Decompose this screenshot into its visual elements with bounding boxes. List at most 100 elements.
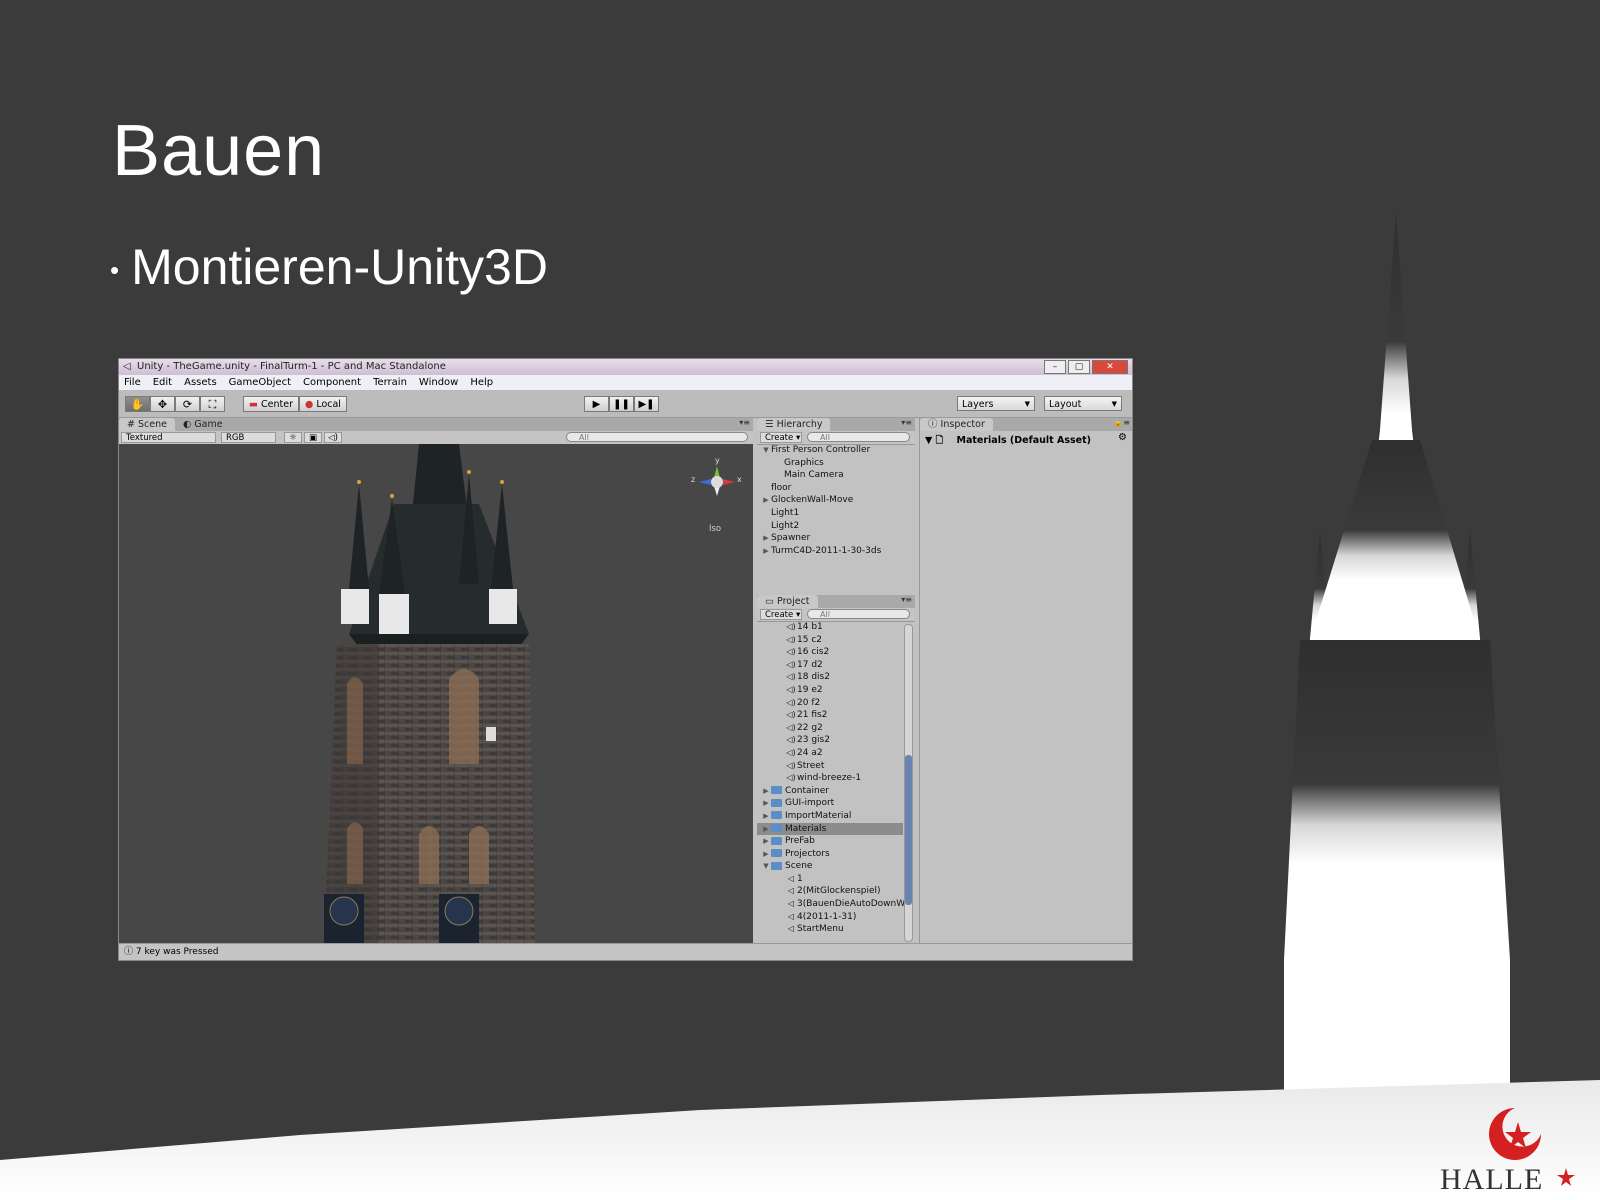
project-search-input[interactable]: All bbox=[807, 609, 910, 619]
project-item[interactable]: ◁)23 gis2 bbox=[757, 734, 903, 747]
tab-project[interactable]: ▭ Project bbox=[757, 595, 818, 608]
panel-menu-icon[interactable]: ▾≡ bbox=[901, 418, 912, 427]
collapse-arrow-icon[interactable]: ▶ bbox=[761, 848, 771, 861]
scene-gizmo-icon[interactable]: y x z bbox=[689, 454, 749, 514]
collapse-arrow-icon[interactable]: ▶ bbox=[761, 810, 771, 823]
audio-toggle-icon[interactable]: ◁) bbox=[324, 432, 342, 443]
project-item[interactable]: ◁)19 e2 bbox=[757, 684, 903, 697]
collapse-arrow-icon[interactable]: ▶ bbox=[761, 797, 771, 810]
project-item[interactable]: ▶ Projectors bbox=[757, 848, 903, 861]
folder-icon bbox=[771, 786, 782, 795]
project-item[interactable]: ◁)14 b1 bbox=[757, 621, 903, 634]
lock-icon[interactable]: 🔒≡ bbox=[1113, 418, 1130, 427]
project-item[interactable]: ◁)18 dis2 bbox=[757, 671, 903, 684]
scene-search-input[interactable]: All bbox=[566, 432, 748, 442]
tab-hierarchy[interactable]: ☰ Hierarchy bbox=[757, 418, 831, 431]
minimize-button[interactable]: – bbox=[1044, 360, 1066, 374]
menu-assets[interactable]: Assets bbox=[184, 375, 217, 390]
hierarchy-item[interactable]: Light1 bbox=[757, 507, 915, 520]
gear-icon[interactable]: ⚙ bbox=[1118, 432, 1127, 443]
hierarchy-item[interactable]: ▶ GlockenWall-Move bbox=[757, 494, 915, 507]
project-item[interactable]: ◁ 3(BauenDieAutoDownW bbox=[757, 898, 905, 911]
layout-dropdown[interactable]: Layout ▼ bbox=[1044, 396, 1122, 411]
collapse-arrow-icon[interactable]: ▶ bbox=[761, 532, 771, 545]
project-item[interactable]: ◁)21 fis2 bbox=[757, 709, 903, 722]
chevron-down-icon: ▼ bbox=[1111, 400, 1117, 408]
project-item[interactable]: ◁ StartMenu bbox=[757, 923, 903, 936]
menu-terrain[interactable]: Terrain bbox=[373, 375, 407, 390]
scale-tool-icon[interactable]: ⛶ bbox=[200, 396, 225, 412]
expand-arrow-icon[interactable]: ▼ bbox=[761, 444, 771, 457]
project-item[interactable]: ▼ Scene bbox=[757, 860, 903, 873]
layout-label: Layout bbox=[1049, 399, 1082, 410]
rotate-tool-icon[interactable]: ⟳ bbox=[175, 396, 200, 412]
project-item[interactable]: ◁)24 a2 bbox=[757, 747, 903, 760]
project-item[interactable]: ▶ ImportMaterial bbox=[757, 810, 903, 823]
collapse-arrow-icon[interactable]: ▶ bbox=[761, 785, 771, 798]
project-item[interactable]: ▶ PreFab bbox=[757, 835, 903, 848]
collapse-arrow-icon[interactable]: ▶ bbox=[761, 823, 771, 836]
bullet-dot: • bbox=[110, 255, 120, 286]
panel-menu-icon[interactable]: ▾≡ bbox=[739, 418, 750, 427]
hierarchy-item[interactable]: ▶ Spawner bbox=[757, 532, 915, 545]
project-scroll-thumb[interactable] bbox=[905, 755, 912, 905]
project-item[interactable]: ◁)16 cis2 bbox=[757, 646, 903, 659]
menu-file[interactable]: File bbox=[124, 375, 141, 390]
tab-game[interactable]: ◐ Game bbox=[175, 418, 231, 431]
project-item[interactable]: ◁)17 d2 bbox=[757, 659, 903, 672]
expand-arrow-icon[interactable]: ▼ bbox=[761, 860, 771, 873]
project-item[interactable]: ◁)wind-breeze-1 bbox=[757, 772, 903, 785]
move-tool-icon[interactable]: ✥ bbox=[150, 396, 175, 412]
chevron-down-icon[interactable]: ▼ bbox=[925, 435, 932, 446]
hierarchy-item[interactable]: floor bbox=[757, 482, 915, 495]
hierarchy-item[interactable]: Graphics bbox=[757, 457, 915, 470]
hierarchy-item[interactable]: Light2 bbox=[757, 520, 915, 533]
project-scrollbar[interactable] bbox=[904, 624, 913, 942]
unity-scene-icon: ◁ bbox=[787, 899, 795, 909]
project-item[interactable]: ▶ GUI-import bbox=[757, 797, 903, 810]
pivot-local-button[interactable]: ● Local bbox=[299, 396, 347, 412]
menu-window[interactable]: Window bbox=[419, 375, 458, 390]
project-item[interactable]: ◁)Street bbox=[757, 760, 903, 773]
project-item[interactable]: ◁ 1 bbox=[757, 873, 903, 886]
panel-menu-icon[interactable]: ▾≡ bbox=[901, 595, 912, 604]
tab-inspector[interactable]: ⓘ Inspector bbox=[920, 418, 993, 431]
scene-viewport[interactable]: y x z Iso bbox=[119, 444, 753, 944]
menu-help[interactable]: Help bbox=[470, 375, 493, 390]
image-toggle-icon[interactable]: ▣ bbox=[304, 432, 322, 443]
collapse-arrow-icon[interactable]: ▶ bbox=[761, 835, 771, 848]
inspector-tabs: ⓘ Inspector 🔒≡ bbox=[920, 418, 1132, 431]
menu-component[interactable]: Component bbox=[303, 375, 361, 390]
window-titlebar[interactable]: ◁ Unity - TheGame.unity - FinalTurm-1 - P… bbox=[119, 359, 1132, 375]
hierarchy-item[interactable]: Main Camera bbox=[757, 469, 915, 482]
tab-scene[interactable]: # Scene bbox=[119, 418, 175, 431]
menu-gameobject[interactable]: GameObject bbox=[229, 375, 291, 390]
project-item[interactable]: ▶ Materials bbox=[757, 822, 903, 836]
layers-dropdown[interactable]: Layers ▼ bbox=[957, 396, 1035, 411]
project-item[interactable]: ◁ 4(2011-1-31) bbox=[757, 911, 903, 924]
play-button[interactable]: ▶ bbox=[584, 396, 609, 412]
hierarchy-create-button[interactable]: Create ▾ bbox=[760, 432, 802, 443]
hand-tool-icon[interactable]: ✋ bbox=[125, 396, 150, 412]
render-mode-dropdown[interactable]: Textured bbox=[121, 432, 216, 443]
project-create-button[interactable]: Create ▾ bbox=[760, 609, 802, 620]
hierarchy-item[interactable]: ▼ First Person Controller bbox=[757, 444, 915, 457]
collapse-arrow-icon[interactable]: ▶ bbox=[761, 545, 771, 558]
maximize-button[interactable]: ▢ bbox=[1068, 360, 1090, 374]
lighting-toggle-icon[interactable]: ☼ bbox=[284, 432, 302, 443]
project-item[interactable]: ◁)15 c2 bbox=[757, 634, 903, 647]
inspector-header: ▼ 🗋 Materials (Default Asset) bbox=[925, 433, 1091, 449]
project-item[interactable]: ▶ Container bbox=[757, 785, 903, 798]
project-item[interactable]: ◁)22 g2 bbox=[757, 722, 903, 735]
collapse-arrow-icon[interactable]: ▶ bbox=[761, 494, 771, 507]
pivot-center-button[interactable]: ▬ Center bbox=[243, 396, 299, 412]
pause-button[interactable]: ❚❚ bbox=[609, 396, 634, 412]
hierarchy-item[interactable]: ▶ TurmC4D-2011-1-30-3ds bbox=[757, 545, 915, 558]
menu-edit[interactable]: Edit bbox=[153, 375, 172, 390]
color-mode-dropdown[interactable]: RGB bbox=[221, 432, 276, 443]
step-button[interactable]: ▶❚ bbox=[634, 396, 659, 412]
project-item[interactable]: ◁ 2(MitGlockenspiel) bbox=[757, 885, 903, 898]
close-button[interactable]: ✕ bbox=[1092, 360, 1128, 374]
hierarchy-search-input[interactable]: All bbox=[807, 432, 910, 442]
project-item[interactable]: ◁)20 f2 bbox=[757, 697, 903, 710]
